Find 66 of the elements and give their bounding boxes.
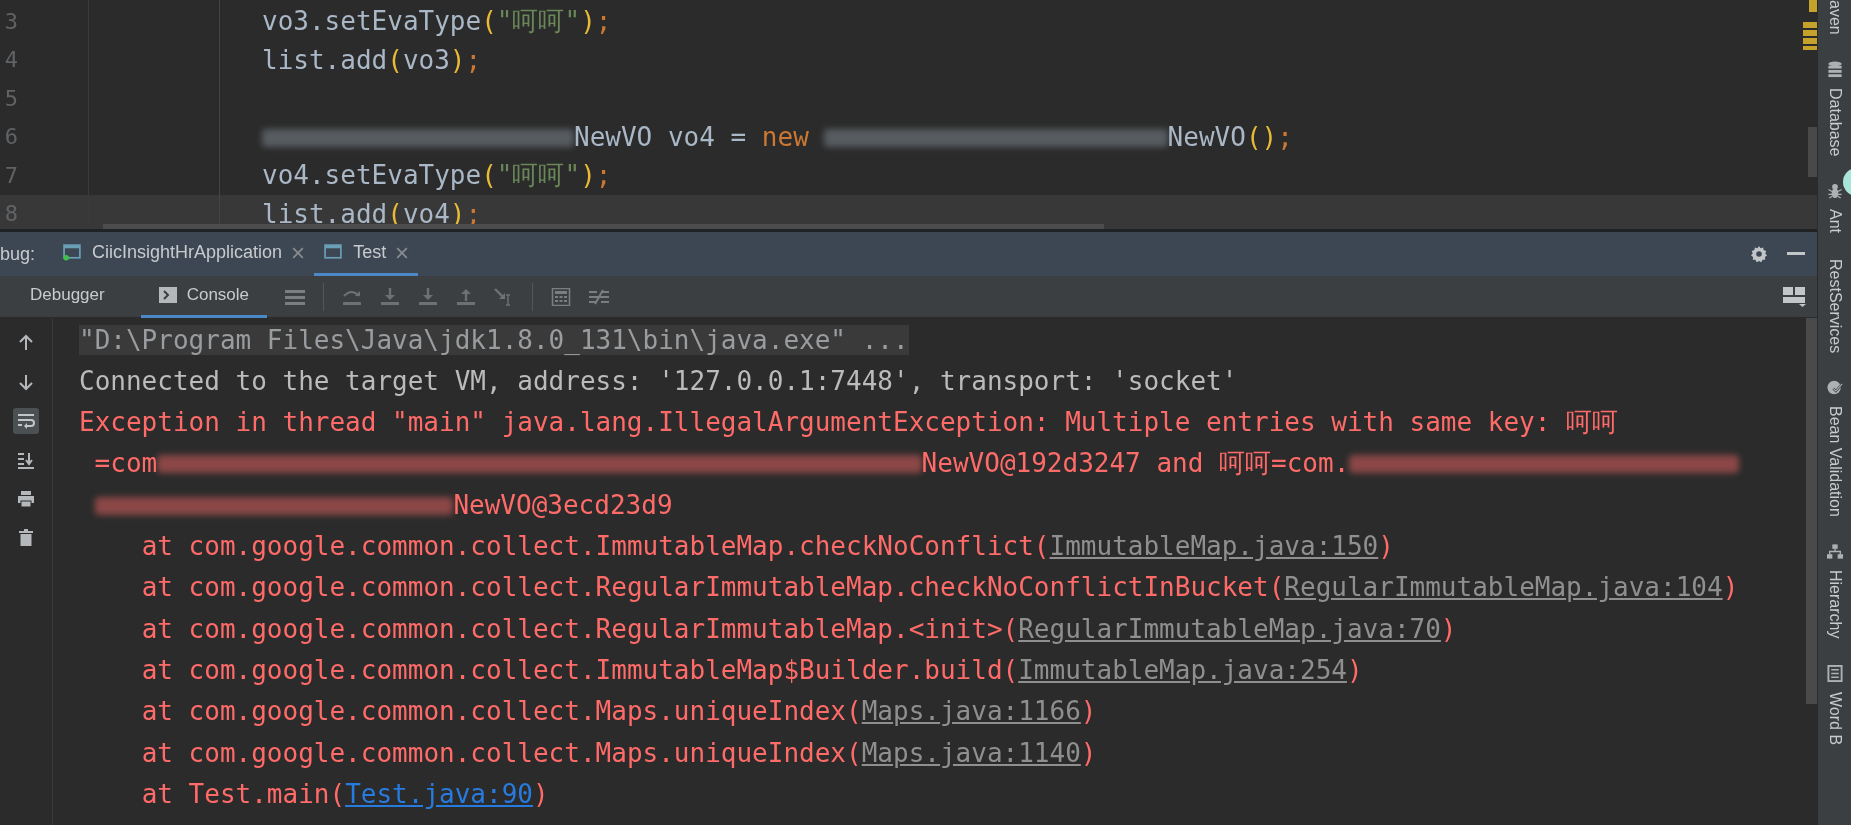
tool-window-button[interactable]: aven (1825, 0, 1844, 35)
close-icon[interactable] (292, 246, 305, 259)
soft-wrap-icon (17, 412, 35, 430)
source-link[interactable]: RegularImmutableMap.java:104 (1284, 572, 1723, 603)
line-number: 4 (3, 47, 18, 73)
close-icon[interactable] (396, 246, 409, 259)
console-line: Connected to the target VM, address: '127.0.0.1:7448', transport: 'socket' (79, 365, 1238, 396)
tool-window-button[interactable]: Hierarchy (1825, 543, 1844, 639)
code-line: vo3.setEvaType("呵呵"); (262, 4, 612, 38)
source-link[interactable]: Maps.java:1140 (861, 737, 1081, 768)
line-number: 6 (3, 124, 18, 150)
settings-icon[interactable] (1749, 244, 1769, 264)
layout-icon[interactable] (1783, 286, 1807, 307)
source-link[interactable]: Maps.java:1166 (861, 696, 1081, 727)
console-line: at com.google.common.collect.RegularImmutableMap.<init>(RegularImmutableMap.java:70) (140, 613, 1457, 644)
debug-tab[interactable]: CiicInsightHrApplication (53, 232, 315, 276)
hierarchy-icon (1826, 543, 1843, 561)
line-number: 7 (3, 162, 18, 188)
tool-window-button[interactable]: RestServices (1825, 259, 1844, 354)
error-stripe-markers (1803, 0, 1817, 50)
trash-icon (17, 529, 35, 547)
database-icon (1826, 60, 1843, 78)
book-icon (1826, 664, 1843, 682)
force-step-into-icon[interactable] (418, 287, 439, 306)
console-line: at com.google.common.collect.ImmutableMap$Builder.build(ImmutableMap.java:254) (140, 655, 1363, 685)
console-line: at Test.main(Test.java:90) (140, 778, 549, 809)
panel-label: bug: (0, 243, 36, 265)
bug-icon (1826, 182, 1843, 200)
console-line: at com.google.common.collect.Maps.uniqueIndex(Maps.java:1140) (140, 737, 1097, 768)
console-line: at com.google.common.collect.RegularImmutableMap.checkNoConflictInBucket(RegularImmutableMap.java:104) (140, 572, 1739, 603)
tool-window-button[interactable]: Database (1825, 60, 1844, 157)
check-icon (1826, 379, 1843, 397)
source-link[interactable]: ImmutableMap.java:254 (1018, 655, 1347, 685)
step-out-icon[interactable] (456, 287, 477, 306)
scroll-to-end-icon (17, 451, 35, 469)
console-line: Exception in thread "main" java.lang.IllegalArgumentException: Multiple entries with same key: 呵呵 (79, 405, 1619, 439)
tool-window-button[interactable]: Word B (1825, 664, 1844, 745)
code-line: NewVO vo4 = new NewVO(); (262, 121, 1293, 152)
console-line: NewVO@3ecd23d9 (94, 489, 673, 520)
line-number: 5 (3, 85, 18, 111)
calculator-icon[interactable] (551, 287, 572, 306)
source-link[interactable]: Test.java:90 (345, 778, 533, 809)
console-line: =com NewVO@192d3247 and 呵呵=com. (94, 446, 1740, 482)
source-link[interactable]: RegularImmutableMap.java:70 (1018, 613, 1441, 644)
soft-wrap-button[interactable] (13, 408, 39, 434)
step-into-icon[interactable] (380, 287, 401, 306)
printer-icon (17, 490, 35, 508)
console-line: at com.google.common.collect.ImmutableMap.checkNoConflict(ImmutableMap.java:150) (140, 531, 1394, 562)
tool-window-button[interactable]: Ant (1825, 182, 1844, 234)
code-line: list.add(vo3); (262, 44, 482, 75)
vertical-scrollbar[interactable] (1806, 318, 1817, 704)
panel-tab[interactable]: Debugger (12, 275, 123, 318)
code-line: vo4.setEvaType("呵呵"); (262, 158, 612, 192)
panel-tab[interactable]: Console (140, 275, 268, 318)
tool-window-button[interactable]: Bean Validation (1825, 379, 1844, 518)
vertical-scrollbar[interactable] (1808, 127, 1817, 177)
trace-icon[interactable] (589, 287, 610, 306)
minimize-icon[interactable] (1787, 252, 1805, 256)
console-line: at com.google.common.collect.Maps.uniqueIndex(Maps.java:1166) (140, 696, 1097, 727)
console-icon (158, 287, 177, 303)
source-link[interactable]: ImmutableMap.java:150 (1049, 531, 1379, 562)
line-number: 3 (3, 8, 18, 34)
horizontal-scrollbar[interactable] (103, 224, 1104, 229)
up-arrow-icon (17, 334, 35, 352)
down-arrow-icon (17, 373, 35, 391)
list-icon[interactable] (285, 287, 306, 306)
